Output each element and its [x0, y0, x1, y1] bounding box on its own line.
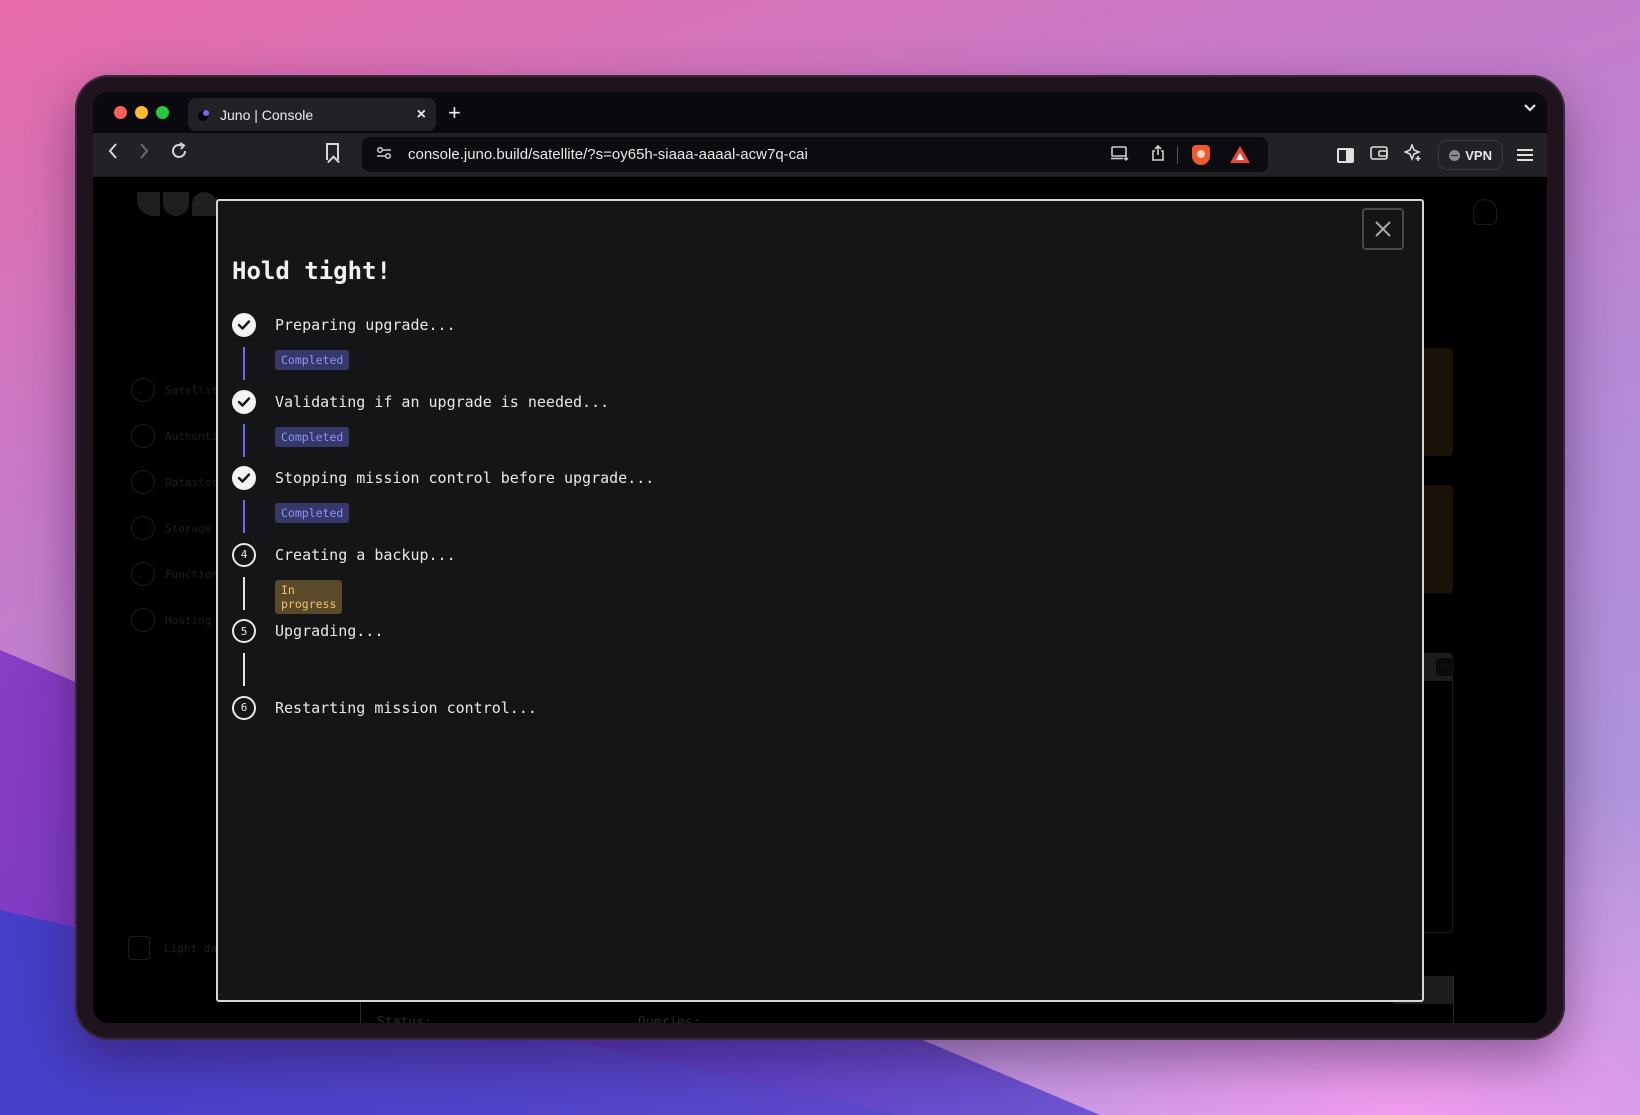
tab-bar: Juno | Console × +	[93, 92, 1547, 133]
check-circle-icon	[232, 313, 256, 337]
step-connector-line	[243, 500, 245, 533]
address-bar[interactable]: console.juno.build/satellite/?s=oy65h-si…	[362, 137, 1268, 172]
step-connector-line	[243, 576, 245, 610]
site-settings-icon[interactable]	[376, 146, 392, 163]
new-tab-button[interactable]: +	[448, 98, 461, 128]
step-connector-line	[243, 347, 245, 380]
lock-icon	[131, 424, 155, 448]
url-text[interactable]: console.juno.build/satellite/?s=oy65h-si…	[408, 146, 1111, 163]
back-button[interactable]	[107, 141, 119, 168]
planet-icon	[131, 562, 155, 586]
juno-favicon-icon	[198, 109, 210, 121]
step-number: 6	[240, 701, 248, 714]
vpn-status-icon	[1449, 149, 1461, 161]
upgrade-progress-modal: Hold tight! Preparing upgrade... Complete…	[216, 199, 1424, 1002]
status-badge-completed: Completed	[275, 350, 350, 370]
maximize-window-button[interactable]	[156, 106, 169, 119]
step-label: Creating a backup...	[275, 545, 456, 564]
step-label: Restarting mission control...	[275, 698, 537, 717]
step-number: 5	[240, 624, 248, 638]
sidebar-toggle-icon[interactable]	[1337, 147, 1355, 163]
address-bar-divider	[1177, 145, 1178, 164]
theme-toggle-icon	[128, 936, 150, 960]
step-label: Stopping mission control before upgrade.…	[275, 469, 655, 487]
cast-icon[interactable]	[1111, 145, 1129, 165]
tab-close-icon[interactable]: ×	[417, 106, 426, 124]
page-content: Satellite Authentication Datastore Stora…	[93, 177, 1547, 1023]
status-label: Status:	[377, 1015, 432, 1023]
step-label: Validating if an upgrade is needed...	[275, 392, 610, 411]
status-badge-completed: Completed	[275, 503, 350, 523]
database-icon	[131, 470, 155, 494]
hamburger-menu-icon[interactable]	[1517, 146, 1533, 164]
juno-logo	[137, 192, 217, 216]
astronaut-avatar-icon[interactable]	[1473, 199, 1497, 225]
close-icon	[1375, 221, 1391, 237]
queries-label: Queries:	[638, 1015, 701, 1023]
theme-toggle[interactable]: Light dark	[128, 936, 230, 960]
close-window-button[interactable]	[114, 106, 127, 119]
status-badge-in-progress: In progress	[275, 579, 343, 614]
toolbar-right-group: VPN	[1337, 133, 1547, 177]
more-options-button[interactable]: ···	[1436, 658, 1454, 676]
step-number-icon: 5	[232, 619, 256, 643]
sidebar-item-label: Storage	[165, 521, 212, 535]
tab-title: Juno | Console	[220, 106, 314, 123]
minimize-window-button[interactable]	[135, 106, 148, 119]
step-label: Upgrading...	[275, 622, 384, 640]
reload-button[interactable]	[169, 141, 189, 168]
vpn-button[interactable]: VPN	[1438, 140, 1503, 170]
step-number: 4	[240, 548, 248, 561]
check-circle-icon	[232, 466, 256, 490]
forward-button[interactable]	[138, 141, 150, 168]
modal-close-button[interactable]	[1362, 208, 1404, 250]
wallet-icon[interactable]	[1370, 145, 1389, 166]
status-badge-completed: Completed	[275, 426, 350, 447]
globe-icon	[131, 608, 155, 632]
tab-list-chevron-icon[interactable]	[1523, 100, 1537, 118]
tab-juno-console[interactable]: Juno | Console ×	[188, 98, 436, 131]
storage-icon	[131, 516, 155, 540]
satellite-icon	[131, 378, 155, 402]
step-connector-line	[243, 653, 245, 686]
step-number-icon: 4	[232, 542, 256, 567]
step-label: Preparing upgrade...	[275, 316, 456, 334]
bookmark-icon[interactable]	[326, 143, 339, 160]
leo-ai-icon[interactable]	[1403, 142, 1422, 167]
step-connector-line	[243, 423, 245, 457]
vpn-label: VPN	[1465, 147, 1492, 163]
brave-rewards-icon[interactable]	[1230, 146, 1250, 163]
browser-toolbar: console.juno.build/satellite/?s=oy65h-si…	[93, 133, 1547, 177]
brave-shields-icon[interactable]	[1192, 144, 1210, 165]
check-circle-icon	[232, 389, 256, 414]
modal-title: Hold tight!	[232, 257, 391, 285]
browser-window: Juno | Console × + console.juno.build/sa…	[93, 92, 1547, 1023]
step-number-icon: 6	[232, 695, 256, 720]
sidebar-item-label: Hosting	[165, 613, 212, 627]
share-icon[interactable]	[1151, 144, 1165, 166]
